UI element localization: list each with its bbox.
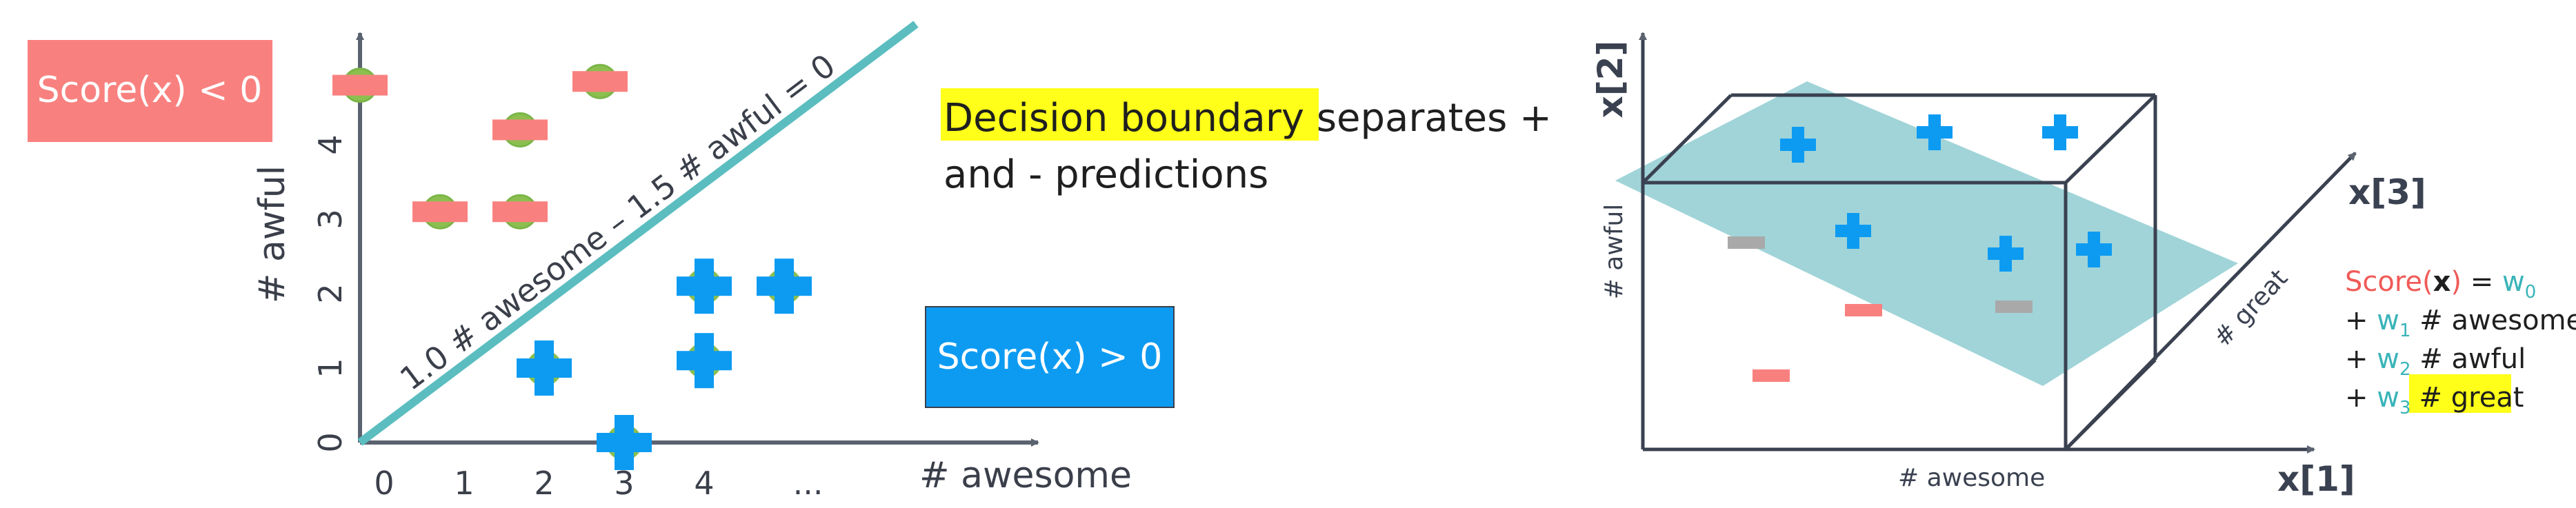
negative-point [492,194,548,230]
formula-w1-sub: 1 [2399,321,2411,341]
axis-x2-label: x[2] [1590,41,1630,119]
formula-feat-great: # great [2419,382,2524,414]
negative-point-3d [1845,304,1882,316]
svg-text:+ w3# great: + w3 # great [2345,382,2524,418]
formula-w0-sub: 0 [2525,282,2537,303]
formula-plus-2: + [2345,343,2377,375]
formula-feat-awesome: # awesome [2411,305,2576,336]
caption-line1-rest: separates + [1304,96,1552,141]
negative-point [572,63,628,99]
edge-awful-label: # awful [1600,204,1628,300]
negative-point [412,194,468,230]
axis-x3-label: x[3] [2348,172,2426,212]
edge-awesome-label: # awesome [1898,464,2045,492]
positive-point [757,258,812,314]
formula-plus-1: + [2345,305,2377,336]
formula-eq: = [2462,266,2502,298]
x-tick-label: 4 [694,465,714,502]
positive-point [677,333,732,389]
negative-points [332,63,628,230]
x-tick-label: ... [793,465,823,502]
edge-great-label: # great [2208,264,2293,352]
x-tick-label: 2 [534,465,554,502]
score-formula: Score(x) = w0 + w1 # awesome + w2 # awfu… [2345,266,2576,418]
diagram-canvas: Score(x) < 0 Score(x) > 0 1.0 # awesome … [28,21,2576,502]
boundary-equation-label: 1.0 # awesome – 1.5 # awful = 0 [393,47,842,398]
formula-w2: w [2377,343,2399,375]
svg-text:Decision boundary separates +: Decision boundary separates + [943,96,1552,141]
positive-point [517,341,572,396]
y-tick-label: 3 [312,209,349,229]
formula-plus-3: + [2345,382,2377,414]
negative-point-3d [1753,369,1790,382]
negative-point [332,68,388,103]
svg-text:+ w2 # awful: + w2 # awful [2345,343,2526,380]
axis-x1-label: x[1] [2277,459,2355,499]
x-tick-label: 1 [454,465,474,502]
caption-line2: and - predictions [943,152,1268,197]
y-tick-label: 4 [312,134,349,154]
formula-close: ) [2450,266,2462,298]
formula-w0: w [2502,266,2525,298]
positive-point [597,415,652,470]
feature-space-3d-plot: x[2] x[1] x[3] # awesome # awful # great [1590,32,2426,499]
negative-region-label: Score(x) < 0 [37,70,263,111]
decision-boundary-line [357,21,919,446]
negative-point-3d [1728,236,1765,249]
positive-point-3d [2042,114,2078,150]
positive-region-label: Score(x) > 0 [937,336,1163,378]
y-tick-label: 2 [312,283,349,303]
negative-point-3d [1995,301,2033,313]
x-axis-label: # awesome [919,455,1132,496]
decision-boundary-caption: Decision boundary separates + and - pred… [941,88,1552,197]
y-tick-labels: 0 1 2 3 4 [312,134,349,452]
formula-w3: w [2377,382,2399,414]
formula-w3-sub: 3 [2399,398,2411,418]
formula-score: Score( [2345,266,2433,298]
formula-x: x [2433,266,2451,298]
y-axis-label: # awful [252,165,293,303]
y-tick-label: 0 [312,432,349,452]
svg-text:Score(x) = w0: Score(x) = w0 [2345,266,2536,303]
x-tick-label: 0 [374,465,394,502]
caption-highlight: Decision boundary [943,96,1304,141]
x-tick-labels: 0 1 2 3 4... [374,465,823,502]
formula-w1: w [2377,305,2399,336]
negative-point [492,112,548,148]
y-tick-label: 1 [312,358,349,378]
x-tick-label: 3 [614,465,634,502]
formula-feat-awful: # awful [2411,343,2526,375]
positive-point [677,258,732,314]
svg-text:+ w1 # awesome: + w1 # awesome [2345,305,2576,341]
formula-w2-sub: 2 [2399,359,2411,380]
